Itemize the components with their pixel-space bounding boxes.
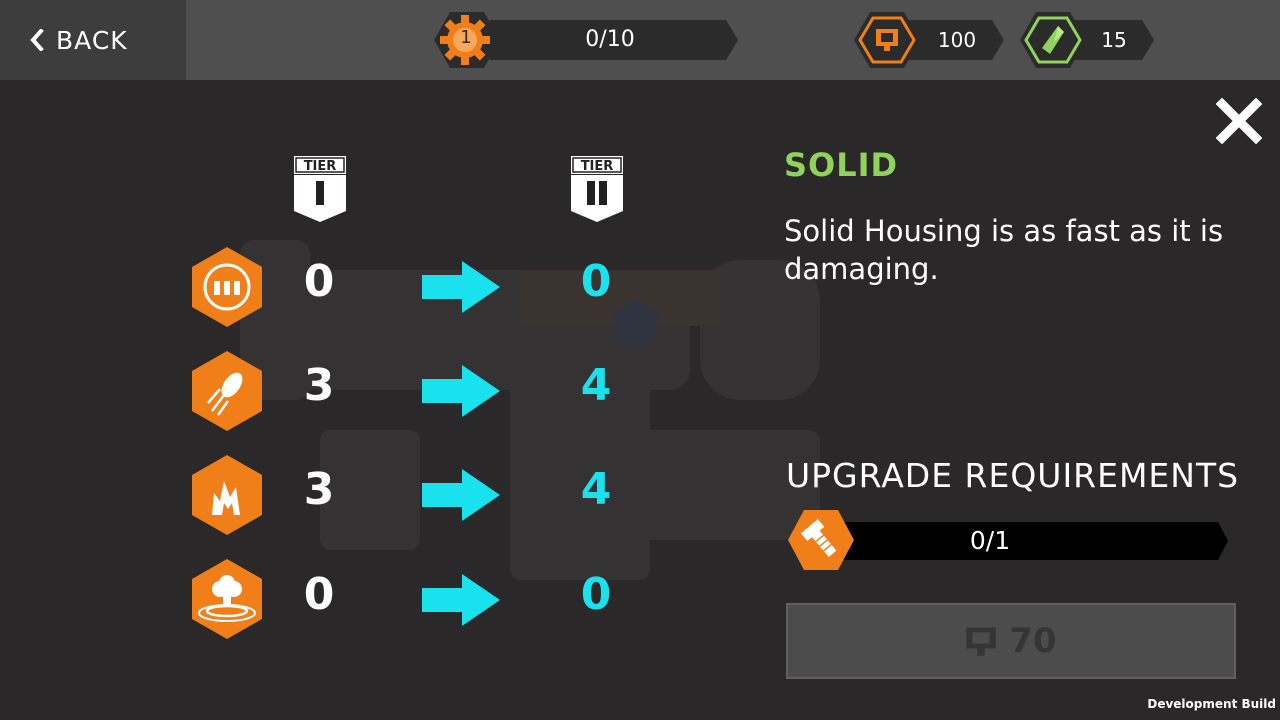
development-build-label: Development Build	[1147, 697, 1276, 711]
crystal-icon	[1042, 26, 1064, 54]
level-progress-text: 0/10	[585, 27, 635, 52]
tier-2-badge: TIER	[571, 156, 623, 222]
back-label: BACK	[56, 25, 128, 55]
requirement-progress-text: 0/1	[969, 526, 1011, 555]
stat-1-current: 0	[303, 256, 335, 307]
bolt-icon	[788, 510, 854, 570]
top-bar: BACK 1 0/10 100 15	[0, 0, 1280, 80]
stat-1-next: 0	[580, 256, 612, 307]
part-name: SOLID	[784, 146, 899, 184]
ammo-cycle-icon	[192, 247, 262, 327]
stat-4-next: 0	[580, 569, 612, 620]
fire-damage-icon	[192, 455, 262, 535]
stat-3-next: 4	[580, 464, 612, 515]
close-icon[interactable]	[1216, 98, 1262, 144]
part-description: Solid Housing is as fast as it is damagi…	[784, 214, 1224, 286]
requirements-title: UPGRADE REQUIREMENTS	[786, 456, 1240, 495]
stat-2-next: 4	[580, 360, 612, 411]
currency-secondary-value: 15	[1101, 28, 1127, 52]
stat-2-current: 3	[303, 360, 335, 411]
parts-currency-icon	[966, 627, 997, 656]
chevron-left-icon	[30, 29, 44, 51]
upgrade-cost: 70	[1009, 621, 1057, 661]
arrow-right-icon	[422, 261, 500, 313]
tier-1-badge: TIER	[294, 156, 346, 222]
svg-text:TIER: TIER	[581, 159, 614, 174]
stat-4-current: 0	[303, 569, 335, 620]
arrow-right-icon	[422, 365, 500, 417]
arrow-right-icon	[422, 574, 500, 626]
stat-3-current: 3	[303, 464, 335, 515]
explosion-radius-icon	[192, 559, 262, 639]
parts-currency-icon	[876, 29, 898, 51]
svg-text:TIER: TIER	[304, 159, 337, 174]
back-button[interactable]: BACK	[0, 0, 186, 80]
upgrade-button[interactable]: 70	[786, 603, 1236, 679]
projectile-speed-icon	[192, 351, 262, 431]
currency-primary-value: 100	[937, 28, 977, 52]
weapon-silhouette	[240, 240, 820, 580]
arrow-right-icon	[422, 469, 500, 521]
level-number: 1	[460, 27, 472, 48]
